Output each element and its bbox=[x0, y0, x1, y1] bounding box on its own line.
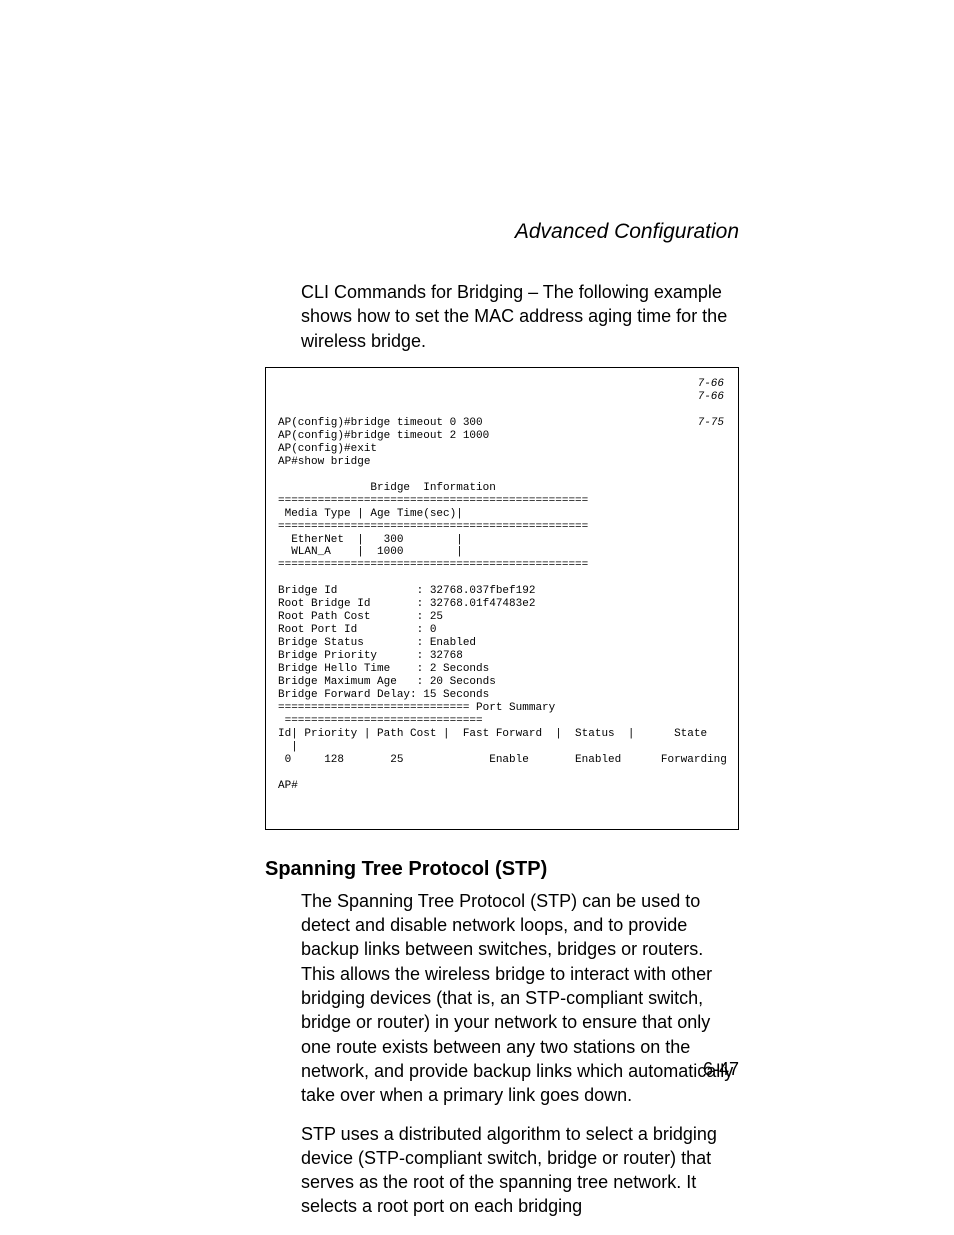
running-header: Advanced Configuration bbox=[515, 220, 739, 244]
stp-paragraph-1: The Spanning Tree Protocol (STP) can be … bbox=[301, 889, 739, 1108]
cli-output-box: 7-66 7-66 7-75 AP(config)#bridge timeout… bbox=[265, 367, 739, 830]
page: Advanced Configuration CLI Commands for … bbox=[0, 0, 954, 1235]
cli-output-text: AP(config)#bridge timeout 0 300 AP(confi… bbox=[278, 417, 726, 793]
intro-paragraph: CLI Commands for Bridging – The followin… bbox=[301, 280, 739, 353]
page-number: 6-47 bbox=[703, 1059, 739, 1080]
stp-paragraph-2: STP uses a distributed algorithm to sele… bbox=[301, 1122, 739, 1219]
page-refs: 7-66 7-66 7-75 bbox=[698, 378, 724, 430]
section-heading-stp: Spanning Tree Protocol (STP) bbox=[265, 858, 739, 881]
body-content: CLI Commands for Bridging – The followin… bbox=[265, 280, 739, 1219]
